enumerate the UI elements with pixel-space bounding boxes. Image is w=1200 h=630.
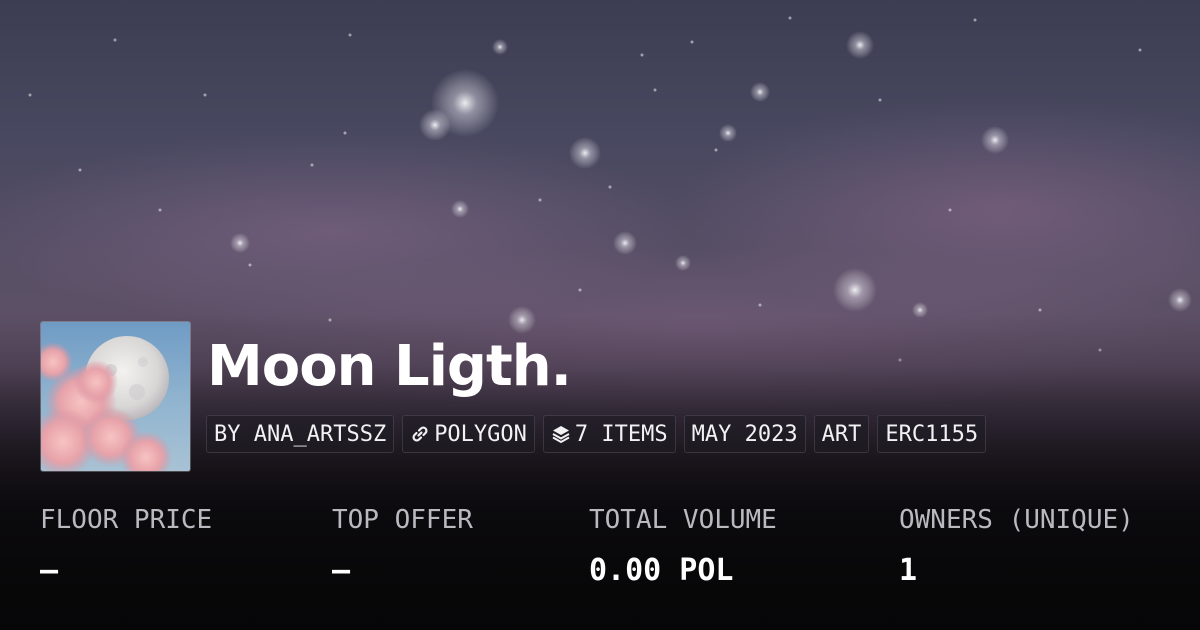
layers-icon: [551, 424, 571, 444]
owners-label: OWNERS (UNIQUE): [899, 505, 1134, 535]
floor-price-stat: FLOOR PRICE —: [40, 505, 212, 588]
top-offer-value: —: [332, 553, 351, 588]
chain-tag-label: POLYGON: [434, 421, 527, 447]
total-volume-label: TOTAL VOLUME: [589, 505, 777, 535]
total-volume-stat: TOTAL VOLUME 0.00 POL: [589, 505, 777, 588]
creator-tag-label: BY ANA_ARTSSZ: [214, 421, 387, 447]
date-tag-label: MAY 2023: [691, 421, 798, 447]
category-tag-label: ART: [821, 421, 862, 447]
collection-avatar[interactable]: [40, 321, 191, 472]
link-icon: [410, 424, 430, 444]
total-volume-value: 0.00 POL: [589, 553, 734, 588]
creator-tag[interactable]: BY ANA_ARTSSZ: [206, 415, 395, 453]
top-offer-stat: TOP OFFER —: [332, 505, 473, 588]
collection-title: Moon Ligth.: [207, 334, 572, 399]
owners-stat: OWNERS (UNIQUE) 1: [899, 505, 1134, 588]
floor-price-label: FLOOR PRICE: [40, 505, 213, 535]
date-tag: MAY 2023: [683, 415, 806, 453]
top-offer-label: TOP OFFER: [332, 505, 473, 535]
items-tag[interactable]: 7 ITEMS: [542, 415, 676, 453]
category-tag[interactable]: ART: [813, 415, 870, 453]
chain-tag[interactable]: POLYGON: [402, 415, 535, 453]
floor-price-value: —: [40, 553, 59, 588]
standard-tag-label: ERC1155: [885, 421, 979, 447]
moon-artwork-image: [41, 322, 190, 471]
collection-tags: BY ANA_ARTSSZ POLYGON 7 ITEMS MAY 2023 A…: [206, 415, 987, 453]
items-tag-label: 7 ITEMS: [574, 421, 668, 447]
standard-tag: ERC1155: [877, 415, 987, 453]
owners-value: 1: [899, 553, 918, 588]
